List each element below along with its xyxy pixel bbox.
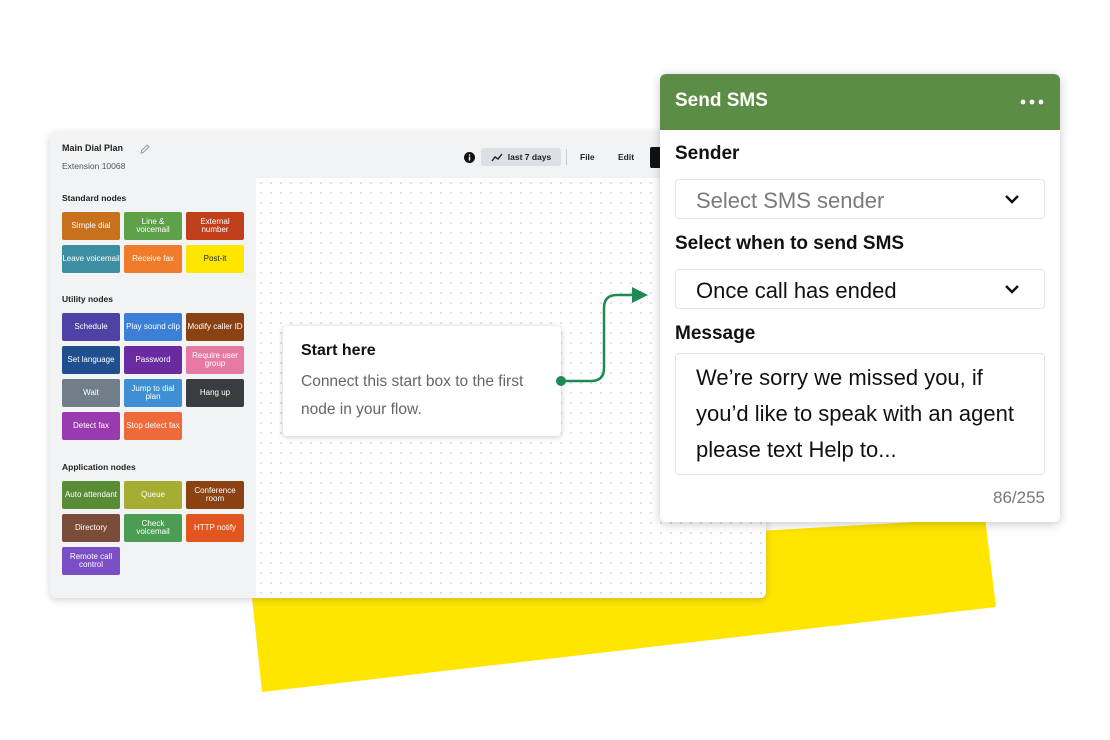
sender-select-placeholder: Select SMS sender xyxy=(696,188,885,213)
node-stop-detect-fax[interactable]: Stop detect fax xyxy=(124,412,182,440)
node-conference-room[interactable]: Conference room xyxy=(186,481,244,509)
pencil-icon[interactable] xyxy=(138,142,152,156)
sender-label: Sender xyxy=(675,143,740,164)
node-set-language[interactable]: Set language xyxy=(62,346,120,374)
application-nodes-heading: Application nodes xyxy=(62,462,136,472)
node-wait[interactable]: Wait xyxy=(62,379,120,407)
send-when-select[interactable]: Once call has ended xyxy=(675,269,1045,309)
start-box-description: Connect this start box to the first node… xyxy=(301,373,524,418)
node-require-user-group[interactable]: Require user group xyxy=(186,346,244,374)
sender-select[interactable]: Select SMS sender xyxy=(675,179,1045,219)
plan-extension: Extension 10068 xyxy=(62,161,126,171)
character-count: 86/255 xyxy=(993,488,1045,507)
send-when-label: Select when to send SMS xyxy=(675,233,905,254)
node-detect-fax[interactable]: Detect fax xyxy=(62,412,120,440)
node-line-voicemail[interactable]: Line & voicemail xyxy=(124,212,182,240)
node-external-number[interactable]: External number xyxy=(186,212,244,240)
start-box-title: Start here xyxy=(301,342,376,359)
standard-nodes-heading: Standard nodes xyxy=(62,193,127,203)
utility-nodes-heading: Utility nodes xyxy=(62,294,114,304)
node-directory[interactable]: Directory xyxy=(62,514,120,542)
more-options-icon[interactable] xyxy=(1020,99,1044,105)
node-check-voicemail[interactable]: Check voicemail xyxy=(124,514,182,542)
header-divider xyxy=(566,149,567,165)
editor-header: Main Dial Plan Extension 10068 last 7 da… xyxy=(50,132,766,178)
node-http-notify[interactable]: HTTP notify xyxy=(186,514,244,542)
node-schedule[interactable]: Schedule xyxy=(62,313,120,341)
node-leave-voicemail[interactable]: Leave voicemail xyxy=(62,245,120,273)
send-when-value: Once call has ended xyxy=(696,278,897,303)
plan-title: Main Dial Plan xyxy=(62,143,124,153)
start-box[interactable]: Start here Connect this start box to the… xyxy=(283,326,561,436)
node-queue[interactable]: Queue xyxy=(124,481,182,509)
sms-panel-header: Send SMS xyxy=(660,74,1060,130)
node-password[interactable]: Password xyxy=(124,346,182,374)
message-label: Message xyxy=(675,323,756,344)
node-hang-up[interactable]: Hang up xyxy=(186,379,244,407)
node-auto-attendant[interactable]: Auto attendant xyxy=(62,481,120,509)
date-range-label: last 7 days xyxy=(507,152,552,162)
send-sms-panel: Send SMS Sender Select SMS sender Select… xyxy=(660,74,1060,522)
trend-icon xyxy=(491,153,503,161)
node-receive-fax[interactable]: Receive fax xyxy=(124,245,182,273)
message-textarea[interactable]: We’re sorry we missed you, if you’d like… xyxy=(675,353,1045,475)
info-icon[interactable] xyxy=(464,152,475,163)
message-text: We’re sorry we missed you, if you’d like… xyxy=(696,365,1014,462)
node-remote-call-control[interactable]: Remote call control xyxy=(62,547,120,575)
menu-edit[interactable]: Edit xyxy=(618,152,634,162)
menu-file[interactable]: File xyxy=(580,152,595,162)
node-play-sound-clip[interactable]: Play sound clip xyxy=(124,313,182,341)
chevron-down-icon xyxy=(1005,195,1019,204)
node-jump-to-dial-plan[interactable]: Jump to dial plan xyxy=(124,379,182,407)
chevron-down-icon xyxy=(1005,285,1019,294)
date-range-button[interactable]: last 7 days xyxy=(481,148,561,166)
node-post-it[interactable]: Post-it xyxy=(186,245,244,273)
node-simple-dial[interactable]: Simple dial xyxy=(62,212,120,240)
node-modify-caller-id[interactable]: Modify caller ID xyxy=(186,313,244,341)
sms-panel-title: Send SMS xyxy=(675,90,768,111)
